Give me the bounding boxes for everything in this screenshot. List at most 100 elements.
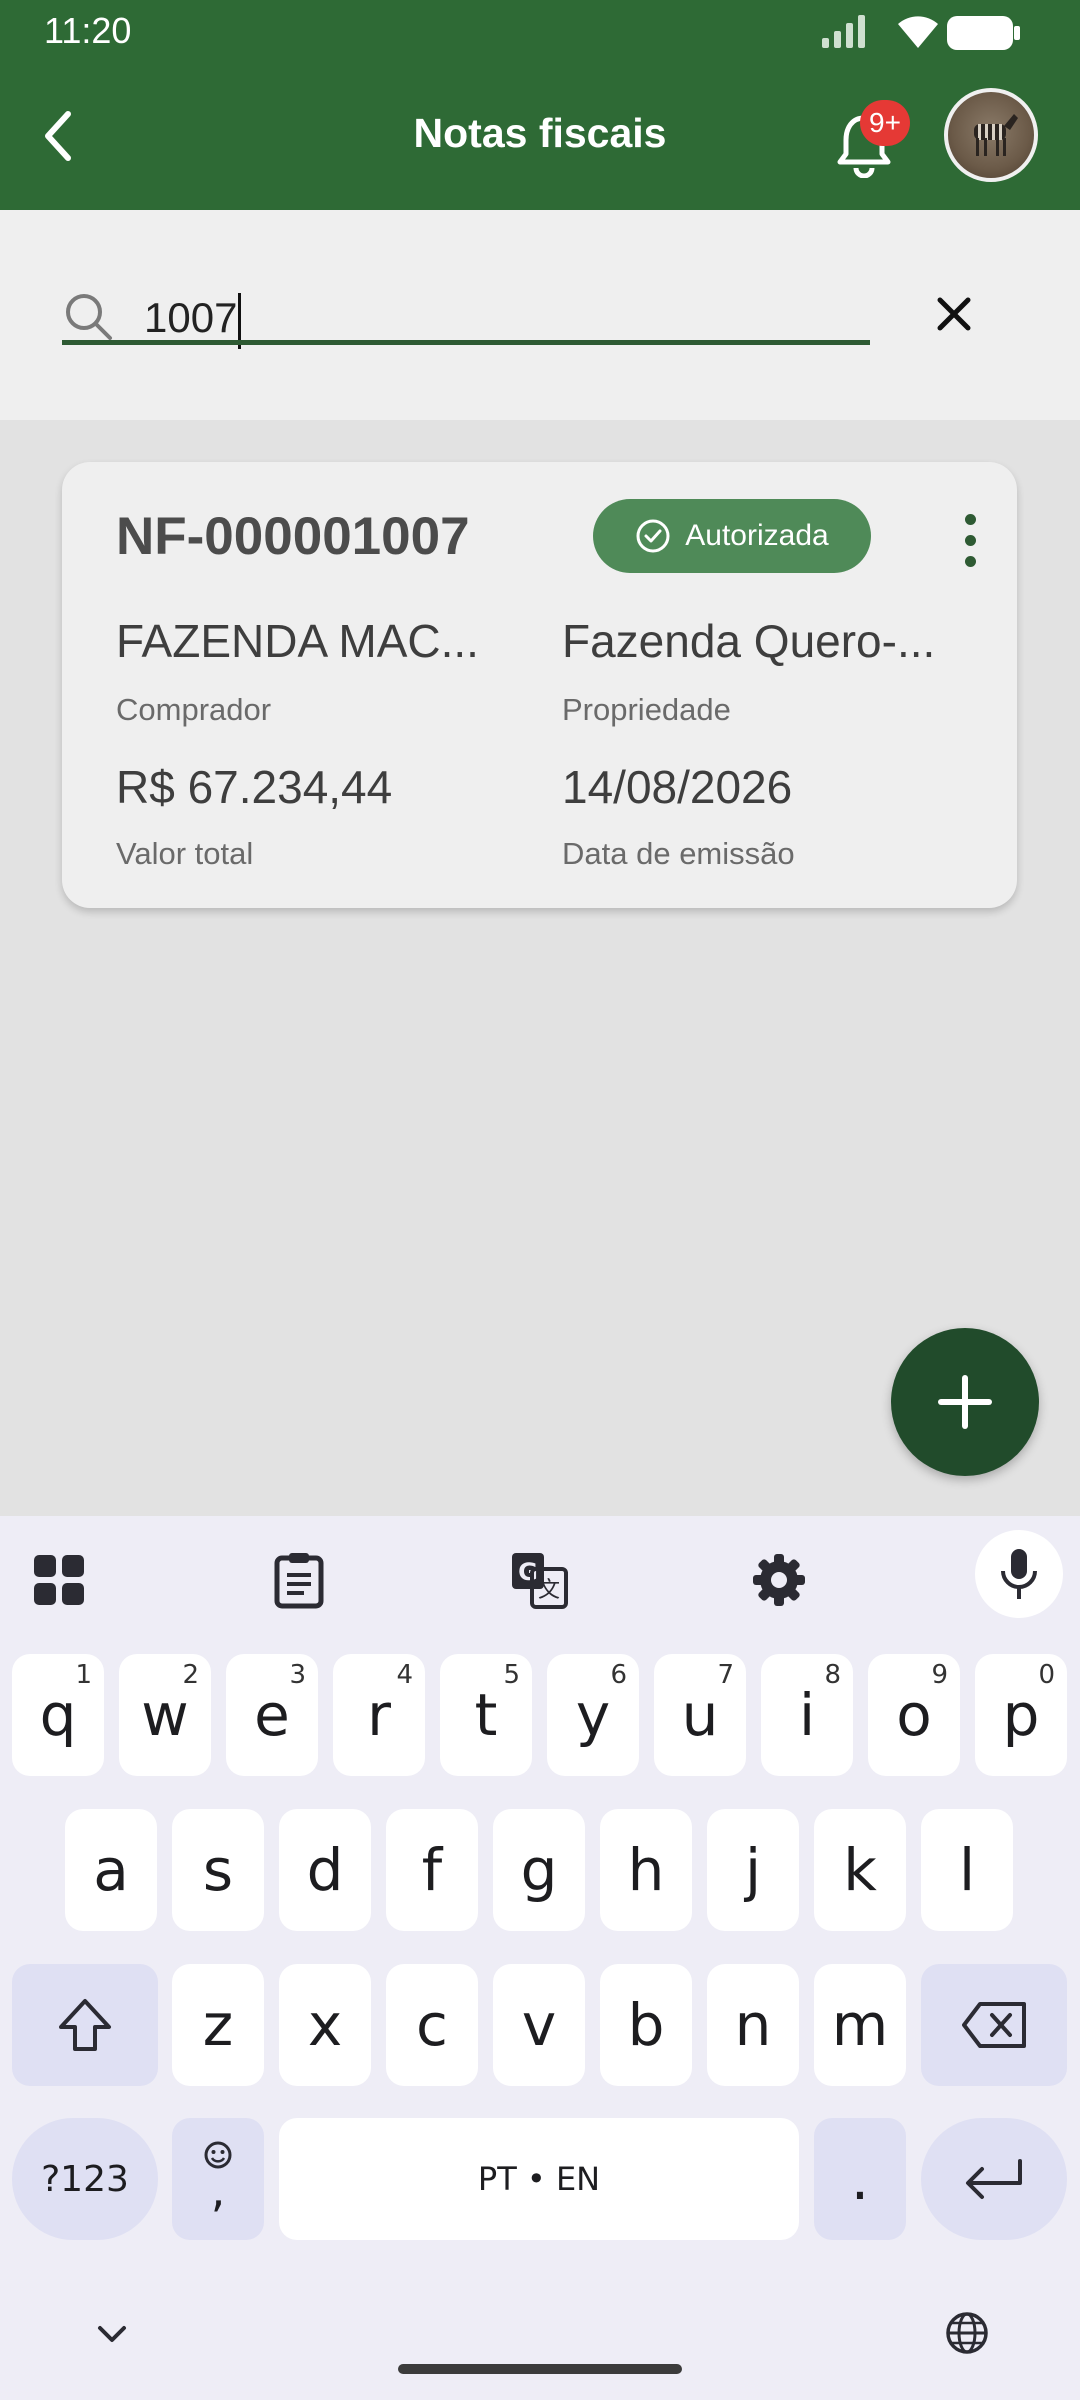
hide-keyboard-button[interactable]	[88, 2310, 136, 2358]
enter-key[interactable]	[921, 2118, 1067, 2240]
symbols-key[interactable]: ?123	[12, 2118, 158, 2240]
key-l[interactable]: l	[921, 1809, 1013, 1931]
total-label: Valor total	[116, 836, 254, 871]
issue-date-value: 14/08/2026	[562, 761, 793, 813]
clear-search-button[interactable]	[926, 284, 982, 344]
key-u[interactable]: u7	[654, 1654, 746, 1776]
key-e[interactable]: e3	[226, 1654, 318, 1776]
clipboard-button[interactable]	[259, 1540, 339, 1620]
svg-text:文: 文	[538, 1578, 560, 1603]
keyboard-settings-button[interactable]	[739, 1540, 819, 1620]
backspace-icon	[962, 2002, 1026, 2048]
apps-grid-button[interactable]	[19, 1540, 99, 1620]
key-h[interactable]: h	[600, 1809, 692, 1931]
key-k[interactable]: k	[814, 1809, 906, 1931]
notifications-button[interactable]: 9+	[836, 100, 910, 180]
plus-icon	[938, 1375, 992, 1429]
key-c[interactable]: c	[386, 1964, 478, 2086]
key-hint: 9	[931, 1660, 948, 1690]
microphone-icon	[1001, 1549, 1037, 1599]
close-icon	[937, 297, 971, 331]
invoice-card[interactable]: NF-000001007 Autorizada FAZENDA MAC... C…	[62, 462, 1017, 908]
key-label: t	[474, 1681, 498, 1749]
key-label: k	[843, 1836, 877, 1904]
page-title: Notas fiscais	[413, 110, 667, 156]
status-badge: Autorizada	[593, 499, 871, 573]
key-label: f	[421, 1836, 443, 1904]
emoji-comma-key[interactable]: ,	[172, 2118, 264, 2240]
key-d[interactable]: d	[279, 1809, 371, 1931]
apps-grid-icon	[34, 1555, 84, 1605]
issue-date-label: Data de emissão	[562, 836, 795, 871]
key-label: a	[93, 1836, 129, 1904]
key-p[interactable]: p0	[975, 1654, 1067, 1776]
space-key[interactable]: PT • EN	[279, 2118, 799, 2240]
settings-gear-icon	[753, 1554, 805, 1606]
key-a[interactable]: a	[65, 1809, 157, 1931]
svg-text:G: G	[518, 1558, 538, 1586]
key-b[interactable]: b	[600, 1964, 692, 2086]
key-z[interactable]: z	[172, 1964, 264, 2086]
keyboard: G 文 ?123 , PT • EN . q 1 w 2 e 3 r 4 t 5…	[0, 1516, 1080, 2400]
home-indicator[interactable]	[398, 2364, 682, 2374]
key-label: m	[831, 1991, 889, 2059]
key-label: l	[958, 1836, 976, 1904]
shift-key[interactable]	[12, 1964, 158, 2086]
search-bar: 1007	[0, 210, 1080, 420]
backspace-key[interactable]	[921, 1964, 1067, 2086]
key-label: d	[306, 1836, 344, 1904]
key-v[interactable]: v	[493, 1964, 585, 2086]
status-label: Autorizada	[685, 519, 829, 552]
key-hint: 7	[717, 1660, 734, 1690]
shift-icon	[59, 1999, 111, 2051]
key-label: b	[627, 1991, 665, 2059]
buyer-label: Comprador	[116, 692, 272, 727]
status-icons	[820, 12, 1080, 52]
key-hint: 1	[75, 1660, 92, 1690]
search-icon	[66, 294, 112, 340]
key-label: e	[254, 1681, 290, 1749]
key-x[interactable]: x	[279, 1964, 371, 2086]
key-r[interactable]: r4	[333, 1654, 425, 1776]
key-j[interactable]: j	[707, 1809, 799, 1931]
key-w[interactable]: w2	[119, 1654, 211, 1776]
more-vert-icon	[964, 513, 976, 525]
avatar[interactable]	[944, 88, 1038, 182]
notification-badge: 9+	[860, 100, 910, 146]
key-label: w	[141, 1681, 189, 1749]
add-invoice-button[interactable]	[891, 1328, 1039, 1476]
language-switch-button[interactable]	[942, 2308, 992, 2358]
search-input[interactable]: 1007	[144, 290, 242, 349]
key-hint: 8	[824, 1660, 841, 1690]
voice-input-button[interactable]	[975, 1530, 1063, 1618]
key-n[interactable]: n	[707, 1964, 799, 2086]
key-f[interactable]: f	[386, 1809, 478, 1931]
key-label: i	[798, 1681, 816, 1749]
key-s[interactable]: s	[172, 1809, 264, 1931]
key-y[interactable]: y6	[547, 1654, 639, 1776]
key-hint: 3	[289, 1660, 306, 1690]
app-header: 11:20 Notas fiscais 9+	[0, 0, 1080, 210]
key-o[interactable]: o9	[868, 1654, 960, 1776]
more-options-button[interactable]	[950, 504, 990, 576]
key-g[interactable]: g	[493, 1809, 585, 1931]
key-m[interactable]: m	[814, 1964, 906, 2086]
key-label: g	[520, 1836, 558, 1904]
key-hint: 0	[1038, 1660, 1055, 1690]
zebra-avatar-image	[974, 114, 1018, 156]
period-key[interactable]: .	[814, 2118, 906, 2240]
key-t[interactable]: t5	[440, 1654, 532, 1776]
property-value: Fazenda Quero-...	[562, 615, 936, 667]
key-label: s	[202, 1836, 234, 1904]
translate-button[interactable]: G 文	[499, 1540, 579, 1620]
more-vert-icon-dot	[964, 555, 976, 567]
key-i[interactable]: i8	[761, 1654, 853, 1776]
key-hint: 5	[503, 1660, 520, 1690]
key-label: x	[307, 1991, 343, 2059]
key-label: q	[39, 1681, 77, 1749]
key-hint: 2	[182, 1660, 199, 1690]
key-q[interactable]: q1	[12, 1654, 104, 1776]
key-label: u	[681, 1681, 719, 1749]
status-bar: 11:20	[0, 0, 1080, 62]
check-circle-icon	[636, 519, 670, 553]
